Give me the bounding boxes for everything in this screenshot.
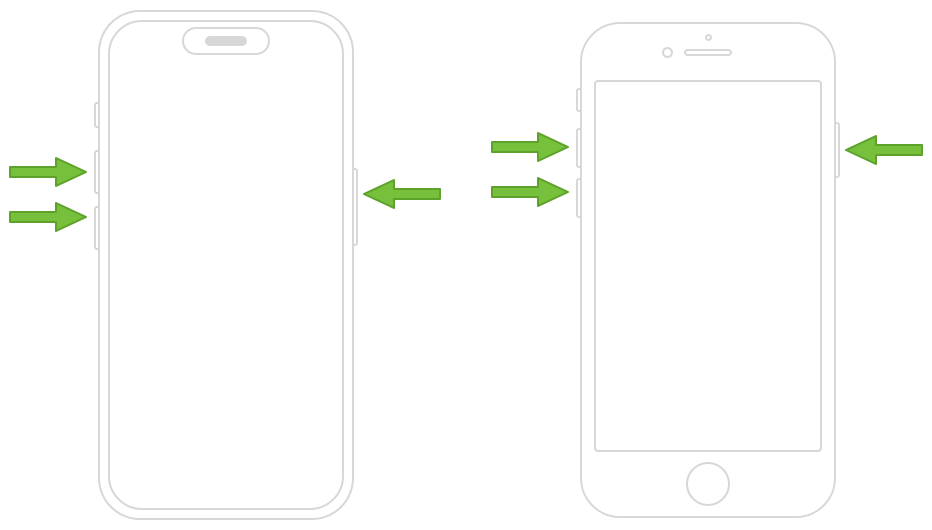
- phone-screen: [108, 20, 344, 510]
- dynamic-island-sensor: [205, 36, 247, 46]
- device-iphone-notch: [98, 10, 354, 520]
- arrow-left-icon: [362, 177, 442, 211]
- arrow-right-icon: [490, 175, 570, 209]
- arrow-right-icon: [8, 155, 88, 189]
- home-button: [686, 462, 730, 506]
- arrow-right-icon: [8, 200, 88, 234]
- device-iphone-home-button: [580, 22, 836, 518]
- arrow-right-icon: [490, 130, 570, 164]
- earpiece-speaker: [684, 49, 732, 56]
- front-camera: [662, 47, 673, 58]
- phone-screen: [594, 80, 822, 452]
- proximity-sensor: [705, 34, 712, 41]
- arrow-left-icon: [844, 133, 924, 167]
- diagram-stage: [0, 0, 932, 530]
